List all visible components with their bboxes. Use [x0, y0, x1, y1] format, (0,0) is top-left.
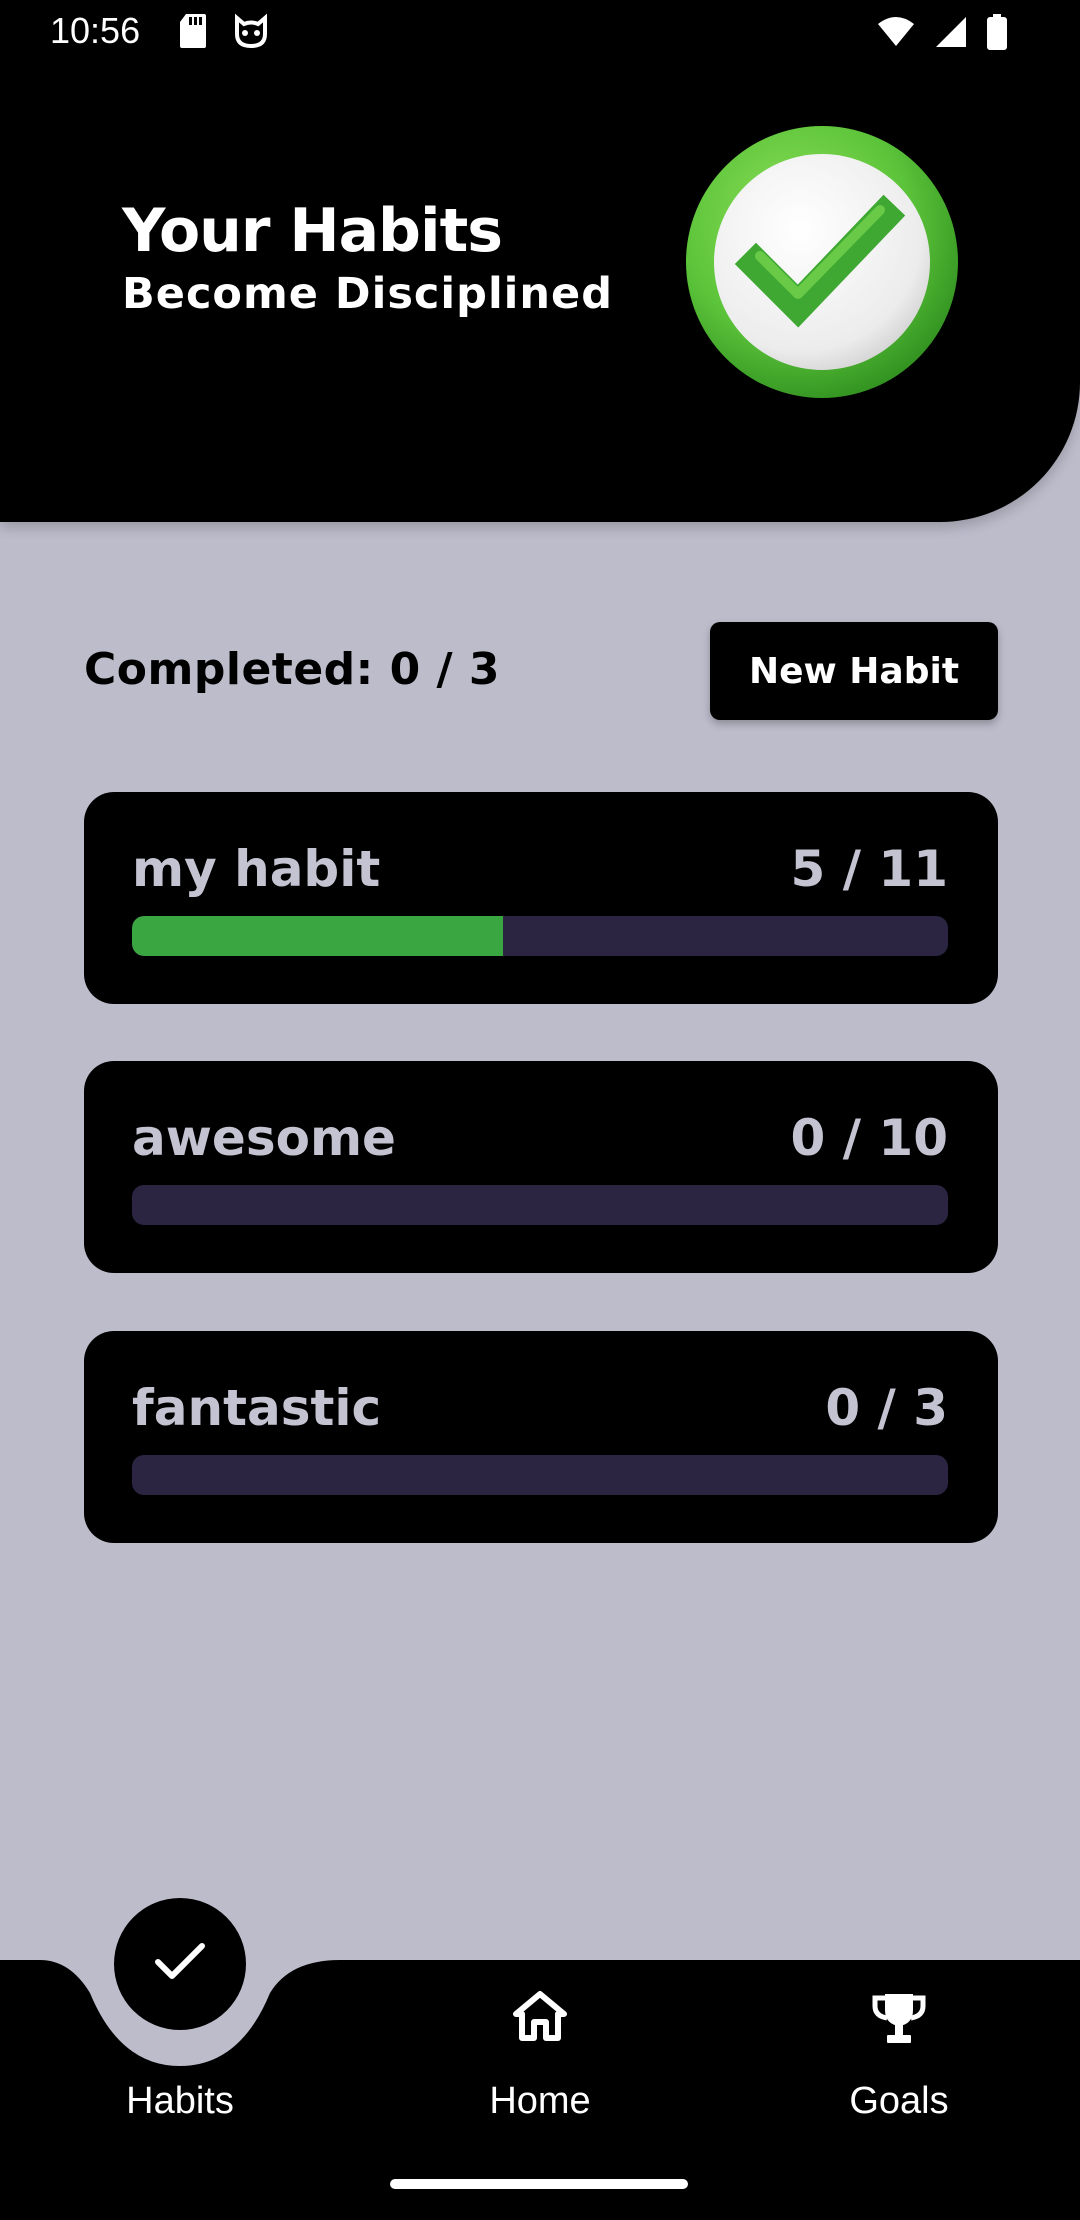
habit-name: fantastic [132, 1379, 382, 1437]
home-icon [512, 1990, 568, 2047]
habit-count: 0 / 3 [825, 1379, 948, 1437]
habit-card[interactable]: awesome 0 / 10 [84, 1061, 998, 1273]
trophy-icon [871, 1990, 927, 2051]
nav-label-habits: Habits [126, 2080, 234, 2122]
completed-count: Completed: 0 / 3 [84, 644, 501, 695]
status-right-icons [876, 14, 1008, 55]
status-bar: 10:56 [0, 0, 1080, 66]
signal-icon [934, 15, 968, 54]
status-time: 10:56 [50, 10, 141, 51]
check-badge-icon [684, 124, 960, 400]
wifi-icon [876, 16, 916, 53]
summary-row: Completed: 0 / 3 New Habit [84, 622, 998, 722]
nav-label-home: Home [489, 2080, 591, 2122]
habit-card[interactable]: my habit 5 / 11 [84, 792, 998, 1004]
habits-fab[interactable] [114, 1898, 246, 2030]
habit-name: awesome [132, 1109, 396, 1167]
habit-card[interactable]: fantastic 0 / 3 [84, 1331, 998, 1543]
habit-count: 0 / 10 [790, 1109, 948, 1167]
habit-count: 5 / 11 [790, 840, 948, 898]
habit-progress-bar [132, 916, 948, 956]
habit-progress-bar [132, 1455, 948, 1495]
sd-card-icon [178, 12, 208, 55]
status-left-icons [178, 12, 270, 55]
page-subtitle: Become Disciplined [122, 269, 613, 319]
habit-name: my habit [132, 840, 381, 898]
page-title: Your Habits [122, 196, 503, 266]
habit-progress-bar [132, 1185, 948, 1225]
header: 10:56 Your Habits Become Disciplined [0, 0, 1080, 522]
check-icon [154, 1942, 206, 1987]
habit-progress-fill [132, 916, 503, 956]
cat-face-icon [232, 12, 270, 55]
title-block: Your Habits Become Disciplined [122, 196, 613, 322]
home-indicator[interactable] [390, 2179, 688, 2189]
battery-icon [986, 14, 1008, 55]
new-habit-button[interactable]: New Habit [710, 622, 998, 720]
nav-label-goals: Goals [849, 2080, 949, 2122]
